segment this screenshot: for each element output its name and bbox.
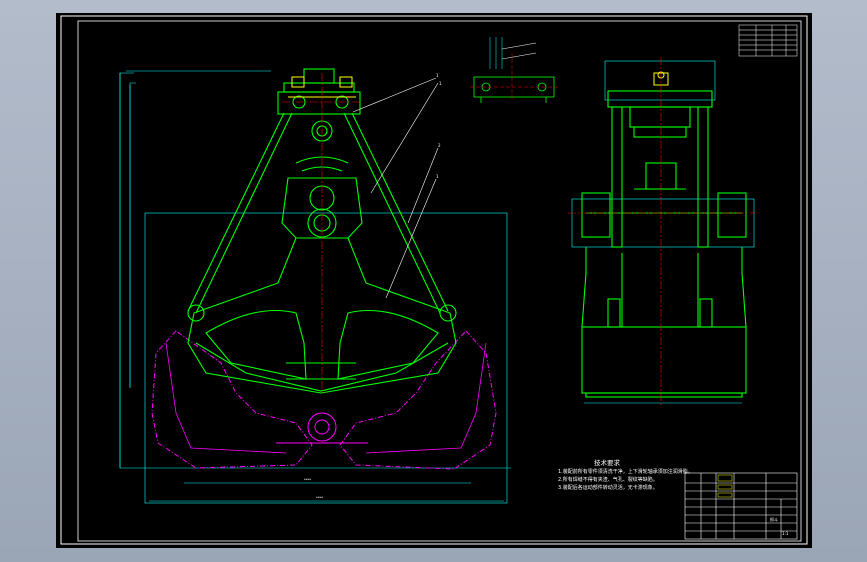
- tech-req-title: 技术要求: [594, 458, 621, 467]
- front-view: **** **** 1 1 2 1: [119, 68, 511, 504]
- inner-frame: [77, 20, 802, 542]
- drawing-sheet: **** **** 1 1 2 1 技术要求 1.装配前所有零件须清洗干净，上下…: [56, 13, 812, 548]
- front-view-centerlines: [282, 73, 362, 393]
- open-position-outline: [151, 330, 497, 470]
- front-view-dimensions: [119, 70, 511, 504]
- detail-view: [470, 37, 560, 103]
- leader-label: 1: [439, 81, 442, 86]
- tech-req-line: 3.装配后各运动部件转动灵活，无卡滞现象。: [558, 484, 658, 491]
- outer-frame: [60, 15, 808, 545]
- grab-bucket-drawing: **** **** 1 1 2 1 技术要求 1.装配前所有零件须清洗干净，上下…: [60, 15, 808, 545]
- side-view: [568, 57, 756, 405]
- title-block-fills: [717, 474, 733, 498]
- dimension-text: ****: [316, 496, 323, 500]
- scale-label: 1:1: [782, 531, 789, 536]
- technical-requirements: 技术要求 1.装配前所有零件须清洗干净，上下滑轮轴承须加注润滑脂。 2.所有焊缝…: [558, 458, 693, 491]
- leader-label: 1: [436, 174, 439, 179]
- sheet-label: 抓斗: [770, 516, 778, 522]
- dimension-text: ****: [304, 478, 311, 482]
- leader-label: 1: [436, 73, 439, 78]
- tech-req-line: 1.装配前所有零件须清洗干净，上下滑轮轴承须加注润滑脂。: [558, 468, 693, 475]
- cad-viewport[interactable]: **** **** 1 1 2 1 技术要求 1.装配前所有零件须清洗干净，上下…: [0, 0, 867, 562]
- tech-req-line: 2.所有焊缝不得有夹渣、气孔、裂纹等缺陷。: [558, 476, 658, 483]
- title-block: [684, 472, 798, 540]
- revision-table: [738, 24, 798, 57]
- leader-label: 2: [438, 143, 441, 148]
